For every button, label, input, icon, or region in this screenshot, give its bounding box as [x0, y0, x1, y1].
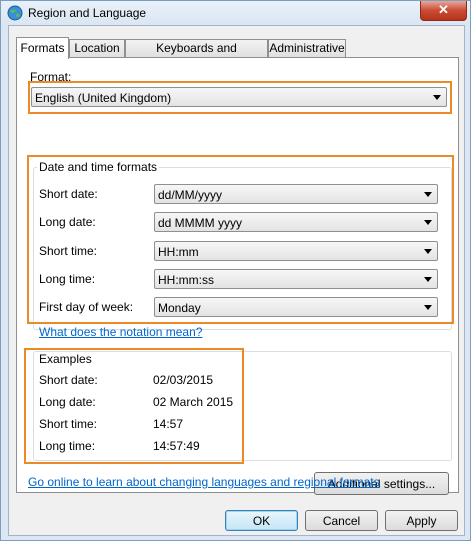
globe-icon	[7, 5, 23, 21]
cancel-button[interactable]: Cancel	[305, 510, 378, 531]
notation-link[interactable]: What does the notation mean?	[39, 325, 202, 339]
dialog-window: Region and Language ✕ Formats Location K…	[0, 0, 471, 541]
dialog-client: Formats Location Keyboards and Languages…	[8, 25, 465, 536]
tab-keyboards-and-languages[interactable]: Keyboards and Languages	[125, 39, 268, 72]
tab-administrative[interactable]: Administrative	[268, 39, 346, 57]
apply-button[interactable]: Apply	[385, 510, 458, 531]
date-time-highlight	[27, 155, 454, 324]
close-icon: ✕	[438, 2, 449, 17]
format-highlight	[28, 81, 452, 114]
title-bar[interactable]: Region and Language ✕	[1, 1, 470, 25]
window-title: Region and Language	[28, 6, 147, 20]
examples-highlight	[24, 348, 244, 464]
tab-formats[interactable]: Formats	[16, 37, 69, 59]
tab-location[interactable]: Location	[69, 39, 125, 57]
online-help-link[interactable]: Go online to learn about changing langua…	[28, 475, 380, 489]
formats-panel: Format: English (United Kingdom) Date an…	[16, 57, 459, 495]
close-button[interactable]: ✕	[420, 1, 467, 21]
ok-button[interactable]: OK	[225, 510, 298, 531]
